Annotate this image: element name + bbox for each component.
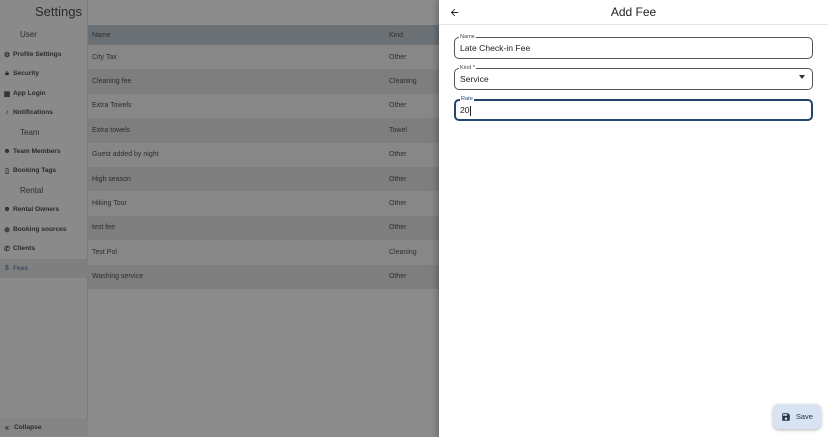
add-fee-drawer: Add Fee Name Late Check-in Fee Kind * Se… <box>439 0 828 437</box>
sidebar-item-label: Team Members <box>13 148 61 155</box>
people-icon: ☻ <box>3 206 11 213</box>
sidebar-item-booking-tags[interactable]: ▯ Booking Tags <box>0 161 88 180</box>
cell-name: Extra Towels <box>92 102 132 110</box>
cell-kind: Other <box>389 200 407 208</box>
table-row[interactable]: Cleaning fee Cleaning <box>88 69 439 94</box>
table-row[interactable]: Guest added by night Other <box>88 142 439 167</box>
double-chevron-left-icon: « <box>4 423 10 432</box>
table-row[interactable]: Washing service Other <box>88 264 439 289</box>
sidebar-item-app-login[interactable]: ▦ App Login <box>0 84 88 103</box>
cell-name: Extra towels <box>92 126 131 134</box>
sidebar-item-rental-owners[interactable]: ☻ Rental Owners <box>0 200 88 219</box>
rate-field[interactable]: Rate 20 <box>454 95 813 121</box>
column-header-kind[interactable]: Kind <box>389 32 403 39</box>
collapse-label: Collapse <box>14 424 42 431</box>
kind-field-label: Kind * <box>459 64 476 72</box>
cell-kind: Cleaning <box>389 78 417 86</box>
globe-icon: ⊕ <box>4 226 10 234</box>
people-icon: ☻ <box>3 148 11 155</box>
column-header-name[interactable]: Name <box>92 32 111 39</box>
caret-down-icon[interactable] <box>799 75 805 79</box>
cell-kind: Towel <box>389 126 407 134</box>
table-row[interactable]: Extra towels Towel <box>88 118 439 143</box>
cell-name: Test Pol <box>92 248 117 256</box>
sidebar-item-fees[interactable]: $ Fees <box>0 259 88 278</box>
cell-name: Cleaning fee <box>92 78 132 86</box>
cell-name: test fee <box>92 224 115 232</box>
cell-kind: Other <box>389 175 407 183</box>
sidebar-item-booking-sources[interactable]: ⊕ Booking sources <box>0 220 88 239</box>
sidebar-item-security[interactable]: 🔒︎ Security <box>0 64 88 83</box>
cell-name: City Tax <box>92 53 117 61</box>
save-button-label: Save <box>796 412 813 421</box>
table-row[interactable]: Extra Towels Other <box>88 93 439 119</box>
lock-icon: 🔒︎ <box>5 69 9 77</box>
rate-input-value: 20 <box>460 105 470 115</box>
cell-kind: Cleaning <box>389 248 417 256</box>
kind-selected-value[interactable]: Service <box>460 74 800 84</box>
name-input[interactable]: Late Check-in Fee <box>460 43 800 53</box>
rate-field-label: Rate <box>460 95 474 103</box>
table-row[interactable]: City Tax Other <box>88 45 439 70</box>
page-title: Settings <box>35 4 82 19</box>
name-field[interactable]: Name Late Check-in Fee <box>454 33 813 59</box>
sidebar-item-team-members[interactable]: ☻ Team Members <box>0 142 88 161</box>
table-body: City Tax Other Cleaning fee Cleaning Extra… <box>88 45 439 289</box>
sidebar-item-notifications[interactable]: ♪ Notifications <box>0 103 88 122</box>
cell-kind: Other <box>389 151 407 159</box>
section-label: Rental <box>20 186 44 195</box>
table-row[interactable]: Hiking Tour Other <box>88 191 439 216</box>
sidebar-item-label: Security <box>13 70 40 77</box>
section-label: User <box>20 30 37 39</box>
sidebar-item-label: Clients <box>13 245 35 252</box>
collapse-button[interactable]: « Collapse <box>0 418 88 437</box>
sidebar-item-label: App Login <box>13 90 46 97</box>
fees-table: Name Kind City Tax Other Cleaning fee Clea… <box>88 25 439 289</box>
cell-kind: Other <box>389 224 407 232</box>
cell-kind: Other <box>389 273 407 281</box>
table-header: Name Kind <box>88 25 439 45</box>
cell-name: High season <box>92 175 131 183</box>
sidebar-item-label: Booking sources <box>13 226 67 233</box>
sidebar-item-label: Rental Owners <box>13 206 60 213</box>
drawer-title: Add Fee <box>610 5 657 19</box>
phone-icon: ✆ <box>4 245 10 253</box>
table-row[interactable]: Test Pol Cleaning <box>88 240 439 265</box>
settings-sidebar: Settings User ⚙ Profile Settings 🔒︎ Secu… <box>0 0 88 437</box>
table-row[interactable]: High season Other <box>88 166 439 192</box>
cell-kind: Other <box>389 102 407 110</box>
kind-select[interactable]: Kind * Service <box>454 64 813 90</box>
save-icon <box>782 412 790 421</box>
name-field-label: Name <box>459 33 476 41</box>
cell-name: Washing service <box>92 273 144 281</box>
cell-name: Guest added by night <box>92 151 159 159</box>
bookmark-icon: ▯ <box>5 167 9 175</box>
save-button[interactable]: Save <box>773 404 821 429</box>
cell-kind: Other <box>389 53 407 61</box>
sidebar-item-label: Booking Tags <box>13 167 57 174</box>
table-row[interactable]: test fee Other <box>88 215 439 241</box>
sidebar-item-label: Fees <box>13 265 29 272</box>
sidebar-item-label: Notifications <box>13 109 53 116</box>
drawer-header: Add Fee <box>439 0 828 25</box>
sidebar-item-profile-settings[interactable]: ⚙ Profile Settings <box>0 45 88 64</box>
gear-icon: ⚙ <box>3 51 11 59</box>
sidebar-item-label: Profile Settings <box>13 51 62 58</box>
rate-input[interactable]: 20 <box>460 105 800 116</box>
bell-icon: ♪ <box>5 109 9 116</box>
cell-name: Hiking Tour <box>92 200 127 208</box>
text-cursor <box>469 105 471 116</box>
dollar-icon: $ <box>5 265 9 272</box>
qr-code-icon: ▦ <box>3 90 11 98</box>
sidebar-item-clients[interactable]: ✆ Clients <box>0 239 88 258</box>
section-label: Team <box>20 128 40 137</box>
